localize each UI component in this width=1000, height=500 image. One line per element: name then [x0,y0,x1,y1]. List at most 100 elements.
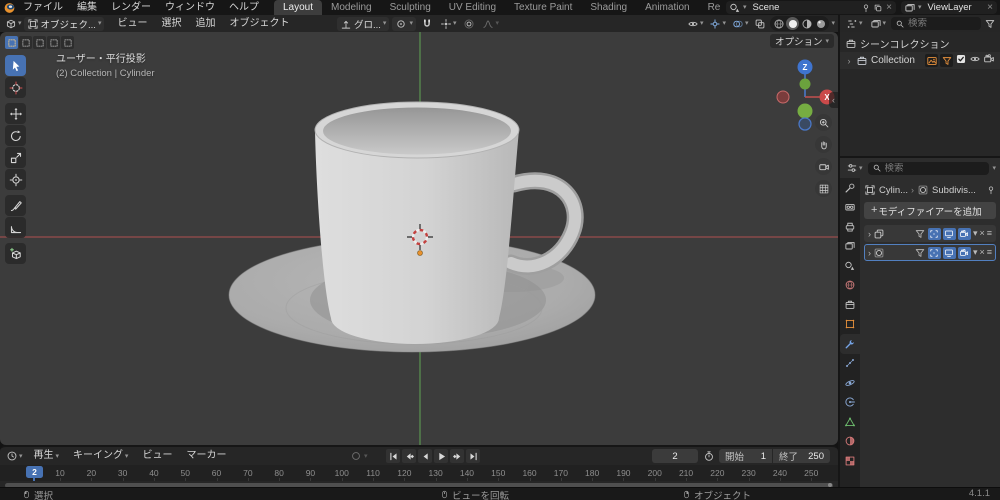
tool-annotate[interactable] [5,195,26,216]
editor-type-button[interactable]: ▾ [3,17,24,31]
show-render-button[interactable] [958,247,971,259]
workspace-tab-sculpting[interactable]: Sculpting [381,0,440,15]
hide-viewport-icon[interactable] [969,53,981,68]
delete-modifier-icon[interactable]: × [979,229,984,238]
shading-sh-mat[interactable] [800,17,813,30]
ruler-label[interactable]: 170 [554,468,568,478]
pin-icon[interactable] [986,185,996,195]
pb-prevkey-button[interactable] [402,449,416,463]
menu-object[interactable]: オブジェクト [222,15,296,32]
frame-start-field[interactable]: 開始 1 [719,449,772,463]
blender-logo-icon[interactable] [3,1,16,14]
ruler-label[interactable]: 80 [274,468,283,478]
outliner-display-mode[interactable]: ▾ [868,17,889,31]
select-mode-intersect[interactable] [61,36,74,49]
collection-row[interactable]: › Collection [840,52,1000,69]
ruler-label[interactable]: 50 [181,468,190,478]
viewlayer-selector[interactable]: ▾ ViewLayer × [901,1,997,14]
pb-end-button[interactable] [466,449,480,463]
pb-start-button[interactable] [386,449,400,463]
workspace-tab-shading[interactable]: Shading [581,0,636,15]
menu-edit[interactable]: 編集 [70,0,104,15]
timeline-ruler[interactable]: 2 10203040506070809010011012013014015016… [0,465,838,481]
viewport-3d[interactable]: ユーザー・平行投影 (2) Collection | Cylinder オプショ… [0,32,838,445]
properties-tab-output[interactable] [840,217,860,237]
breadcrumb-modifier-label[interactable]: Subdivis... [932,185,976,196]
shading-sh-wire[interactable] [772,17,785,30]
timeline-menu-marker[interactable]: マーカー [179,447,233,465]
expand-chevron-icon[interactable]: › [845,56,853,66]
pb-play-button[interactable] [434,449,448,463]
auto-keying-toggle[interactable]: ▾ [348,449,370,463]
zoom-icon[interactable] [815,114,832,131]
ruler-label[interactable]: 220 [710,468,724,478]
properties-tab-texture[interactable] [840,451,860,471]
properties-tab-particles[interactable] [840,354,860,374]
tool-select[interactable] [5,55,26,76]
ruler-label[interactable]: 140 [460,468,474,478]
xray-toggle[interactable] [752,17,768,31]
properties-tab-view-layer[interactable] [840,237,860,257]
properties-search-input[interactable] [885,163,986,174]
properties-tab-object-data[interactable] [840,412,860,432]
extras-dropdown-icon[interactable]: ▾ [973,248,978,257]
drag-handle-icon[interactable]: ≡ [987,248,992,257]
ruler-label[interactable]: 150 [491,468,505,478]
overlays-dropdown[interactable]: ▾ [730,17,751,31]
properties-tab-object[interactable] [840,315,860,335]
frame-end-field[interactable]: 終了 250 [773,449,830,463]
tool-addcube[interactable] [5,243,26,264]
properties-tab-material[interactable] [840,432,860,452]
tool-move[interactable] [5,103,26,124]
close-icon[interactable]: × [986,3,994,13]
shading-dropdown-icon[interactable]: ▾ [831,20,835,27]
tool-scale[interactable] [5,147,26,168]
menu-select[interactable]: 選択 [154,15,188,32]
tool-rotate[interactable] [5,125,26,146]
ruler-label[interactable]: 240 [773,468,787,478]
current-frame-badge[interactable]: 2 [26,466,43,478]
current-frame-field[interactable]: 2 [652,449,698,463]
select-mode-subtract[interactable] [33,36,46,49]
modifier-contents-icon[interactable] [940,54,953,67]
ruler-label[interactable]: 60 [212,468,221,478]
tool-cursor3d[interactable] [5,77,26,98]
snap-settings[interactable]: ▾ [438,17,459,31]
shading-sh-rend[interactable] [814,17,827,30]
properties-editor-button[interactable]: ▾ [844,161,865,175]
chevron-down-icon[interactable]: ▾ [992,165,996,172]
ruler-label[interactable]: 250 [804,468,818,478]
pin-icon[interactable] [861,3,871,13]
ruler-label[interactable]: 180 [585,468,599,478]
filter-icon[interactable] [984,18,996,30]
pb-prev-button[interactable] [418,449,432,463]
show-viewport-button[interactable] [943,228,956,240]
delete-modifier-icon[interactable]: × [979,248,984,257]
tool-transform[interactable] [5,169,26,190]
select-mode-set[interactable] [5,36,18,49]
subdivision-modifier-row[interactable]: ›▾×≡ [864,244,996,261]
workspace-tab-modeling[interactable]: Modeling [322,0,381,15]
scene-collection-row[interactable]: シーンコレクション [840,35,1000,52]
ruler-label[interactable]: 210 [679,468,693,478]
workspace-tab-animation[interactable]: Animation [636,0,698,15]
select-mode-invert[interactable] [47,36,60,49]
extras-dropdown-icon[interactable]: ▾ [973,229,978,238]
properties-tab-constraints[interactable] [840,393,860,413]
menu-file[interactable]: ファイル [16,0,70,15]
ruler-label[interactable]: 40 [149,468,158,478]
gizmo-z-label[interactable]: Z [803,63,808,72]
properties-tab-render[interactable] [840,198,860,218]
ruler-label[interactable]: 30 [118,468,127,478]
ruler-label[interactable]: 200 [648,468,662,478]
properties-search[interactable] [868,162,990,175]
workspace-tab-rendering[interactable]: Rendering [699,0,721,15]
drag-handle-icon[interactable]: ≡ [987,229,992,238]
outliner-search-input[interactable] [908,18,977,29]
properties-tab-physics[interactable] [840,373,860,393]
visibility-dropdown[interactable]: ▾ [685,17,706,31]
pb-nextkey-button[interactable] [450,449,464,463]
ruler-label[interactable]: 10 [55,468,64,478]
show-render-button[interactable] [958,228,971,240]
perspective-grid-icon[interactable] [815,180,832,197]
